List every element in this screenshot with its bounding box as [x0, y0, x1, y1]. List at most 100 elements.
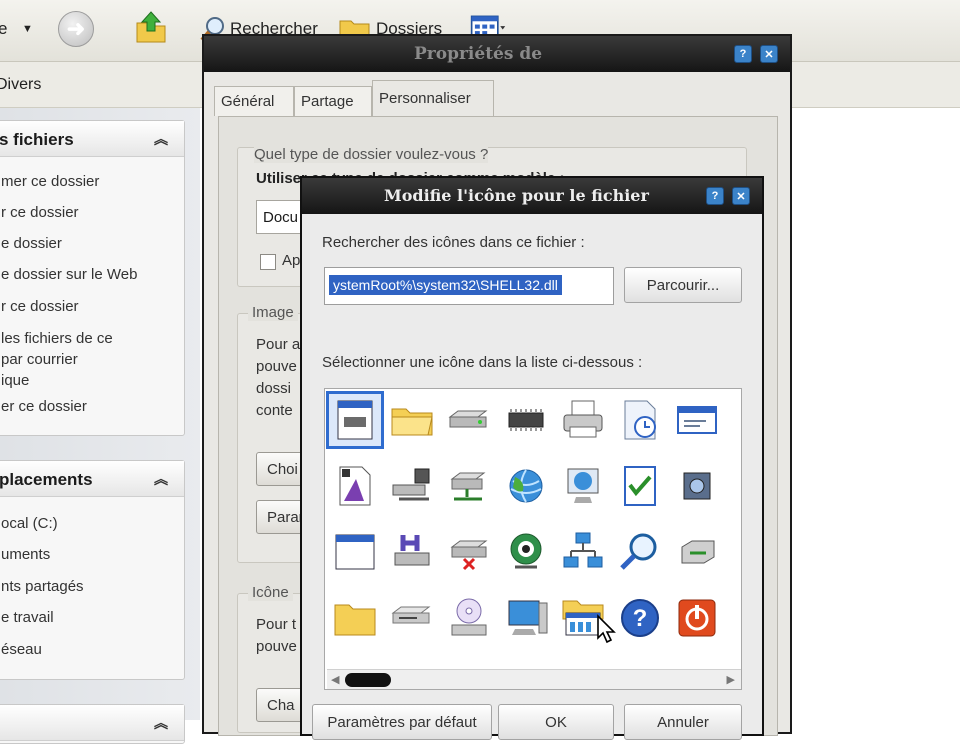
close-icon[interactable]: ✕: [760, 45, 778, 63]
apply-subfolders-checkbox[interactable]: [260, 254, 276, 270]
change-icon-title-bar[interactable]: Modifie l'icône pour le fichier ? ✕: [302, 178, 762, 214]
task-link[interactable]: r ce dossier: [1, 204, 79, 221]
partial-icon[interactable]: [727, 525, 741, 579]
magnifier-icon[interactable]: [613, 525, 667, 579]
network-drive-icon[interactable]: [385, 459, 439, 513]
place-link[interactable]: éseau: [1, 641, 42, 658]
computer-icon[interactable]: [499, 591, 553, 645]
place-link[interactable]: nts partagés: [1, 578, 84, 595]
task-link[interactable]: ique: [1, 372, 29, 389]
other-places-title: placements: [0, 470, 93, 489]
place-link[interactable]: uments: [1, 546, 50, 563]
back-button-label[interactable]: e: [0, 14, 7, 44]
task-link[interactable]: par courrier: [1, 351, 78, 368]
images-group-label: Image: [248, 304, 298, 321]
images-text: conte: [256, 402, 293, 419]
cd-drive-icon[interactable]: [442, 591, 496, 645]
browse-button[interactable]: Parcourir...: [624, 267, 742, 303]
folder-up-icon: [136, 11, 166, 43]
window-text-icon[interactable]: [326, 391, 384, 449]
printer-icon[interactable]: [556, 393, 610, 447]
drive-icon[interactable]: [442, 393, 496, 447]
power-icon[interactable]: [670, 591, 724, 645]
mouse-pointer-icon: [597, 614, 616, 644]
folder-up-button[interactable]: [134, 9, 168, 45]
document-shortcut-icon[interactable]: [328, 459, 382, 513]
tab-general[interactable]: Général: [214, 86, 294, 116]
tab-customize[interactable]: Personnaliser: [372, 80, 494, 116]
help-title-button[interactable]: ?: [706, 187, 724, 205]
network-server-icon[interactable]: [442, 459, 496, 513]
file-tasks-title: s fichiers: [0, 130, 74, 149]
collapse-chevron-icon[interactable]: ︽: [154, 469, 168, 489]
details-header[interactable]: ︽: [0, 705, 184, 741]
partial-icon[interactable]: [727, 591, 741, 645]
task-link[interactable]: mer ce dossier: [1, 173, 99, 190]
task-link[interactable]: e dossier sur le Web: [1, 266, 137, 283]
partial-icon[interactable]: [727, 459, 741, 513]
task-link[interactable]: r ce dossier: [1, 298, 79, 315]
file-tasks-panel: s fichiers ︽ mer ce dossier r ce dossier…: [0, 120, 185, 436]
speaker-cube-icon[interactable]: [670, 459, 724, 513]
details-panel: ︽: [0, 704, 185, 744]
network-neighborhood-icon[interactable]: [556, 525, 610, 579]
task-link[interactable]: e dossier: [1, 235, 62, 252]
task-link[interactable]: les fichiers de ce: [1, 330, 113, 347]
ok-button[interactable]: OK: [498, 704, 614, 740]
task-link[interactable]: er ce dossier: [1, 398, 87, 415]
internet-globe-icon[interactable]: [499, 459, 553, 513]
floppy-drive-icon[interactable]: [385, 591, 439, 645]
task-pane: s fichiers ︽ mer ce dossier r ce dossier…: [0, 108, 200, 744]
network-card-icon[interactable]: [670, 525, 724, 579]
help-title-button[interactable]: ?: [734, 45, 752, 63]
address-text: Divers: [0, 76, 42, 93]
scroll-right-arrow-icon[interactable]: ▶: [727, 673, 735, 686]
help-hard-drive-icon[interactable]: [385, 525, 439, 579]
images-text: dossi: [256, 380, 292, 397]
scheduled-task-icon[interactable]: [613, 393, 667, 447]
place-link[interactable]: ocal (C:): [1, 515, 58, 532]
properties-title: Propriétés de: [414, 44, 543, 64]
icon-list-label: Sélectionner une icône dans la liste ci-…: [322, 354, 643, 371]
icons-text: Pour t: [256, 616, 297, 633]
properties-title-bar[interactable]: Propriétés de ? ✕: [204, 36, 790, 72]
collapse-chevron-icon[interactable]: ︽: [154, 129, 168, 149]
forward-button[interactable]: ➜: [58, 11, 94, 47]
change-icon-dialog: Modifie l'icône pour le fichier ? ✕ Rech…: [300, 176, 764, 740]
cancel-button[interactable]: Annuler: [624, 704, 742, 740]
drive-removed-icon[interactable]: [442, 525, 496, 579]
horizontal-scrollbar[interactable]: ◀ ▶: [327, 669, 741, 689]
back-dropdown-icon[interactable]: ▼: [22, 14, 33, 44]
template-value: Docu: [263, 209, 299, 226]
icon-file-path-input[interactable]: ystemRoot%\system32\SHELL32.dll: [324, 267, 614, 305]
file-tasks-header[interactable]: s fichiers ︽: [0, 121, 184, 157]
partial-icon[interactable]: [727, 393, 741, 447]
place-link[interactable]: e travail: [1, 609, 54, 626]
close-icon[interactable]: ✕: [732, 187, 750, 205]
restore-defaults-button[interactable]: Paramètres par défaut: [312, 704, 492, 740]
folder-type-question: Quel type de dossier voulez-vous ?: [254, 146, 489, 163]
plain-folder-icon[interactable]: [328, 591, 382, 645]
blank-window-icon[interactable]: [328, 525, 382, 579]
other-places-panel: placements ︽ ocal (C:) uments nts partag…: [0, 460, 185, 680]
apply-subfolders-label: Ap: [282, 252, 301, 269]
icons-group-label: Icône: [248, 584, 293, 601]
other-places-header[interactable]: placements ︽: [0, 461, 184, 497]
memory-chip-icon[interactable]: [499, 393, 553, 447]
icon-file-path-value: ystemRoot%\system32\SHELL32.dll: [329, 275, 562, 295]
help-icon[interactable]: ?: [613, 591, 667, 645]
scroll-left-arrow-icon[interactable]: ◀: [331, 673, 339, 686]
scrollbar-thumb[interactable]: [345, 673, 391, 687]
collapse-chevron-icon[interactable]: ︽: [154, 713, 168, 733]
icons-text: pouve: [256, 638, 297, 655]
forward-arrow-icon: ➜: [66, 16, 86, 41]
icon-list[interactable]: ? ◀ ▶: [324, 388, 742, 690]
folder-icon[interactable]: [385, 393, 439, 447]
world-monitor-icon[interactable]: [556, 459, 610, 513]
globe-network-icon[interactable]: [499, 525, 553, 579]
images-text: Pour a: [256, 336, 301, 353]
tab-sharing[interactable]: Partage: [294, 86, 372, 116]
images-text: pouve: [256, 358, 297, 375]
window-card-icon[interactable]: [670, 393, 724, 447]
checked-document-icon[interactable]: [613, 459, 667, 513]
